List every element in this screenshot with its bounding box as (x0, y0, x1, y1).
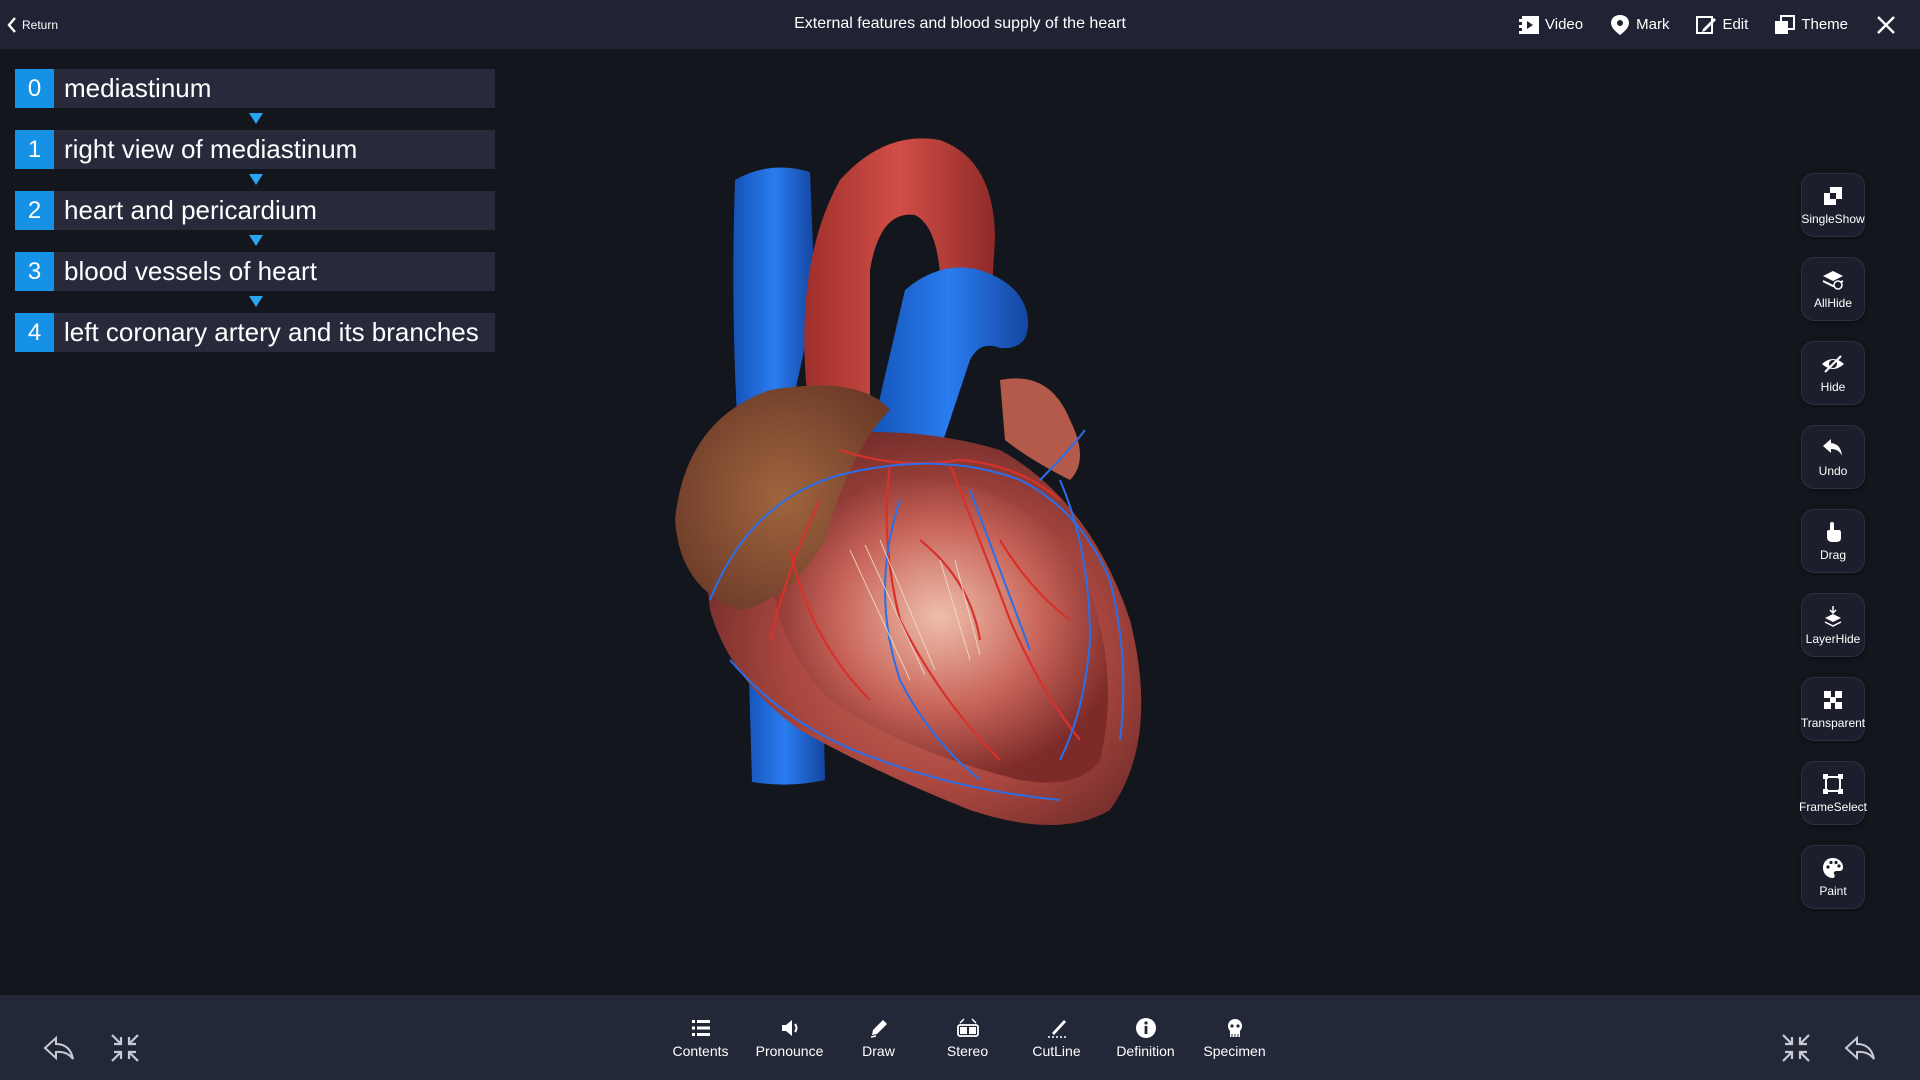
transparent-label: Transparent (1800, 716, 1866, 730)
video-button[interactable]: Video (1518, 14, 1583, 36)
single-show-icon (1824, 187, 1842, 205)
structure-breadcrumb: 0 mediastinum 1 right view of mediastinu… (15, 69, 495, 352)
stereo-glasses-icon (956, 1018, 979, 1037)
specimen-button[interactable]: Specimen (1190, 1017, 1279, 1059)
edit-button[interactable]: Edit (1695, 14, 1748, 36)
chevron-left-icon (7, 17, 16, 33)
paint-label: Paint (1819, 884, 1847, 898)
level-label: mediastinum (64, 73, 212, 103)
draw-label: Draw (862, 1043, 895, 1059)
contents-label: Contents (672, 1043, 729, 1059)
layer-hide-button[interactable]: LayerHide (1802, 594, 1864, 656)
specimen-label: Specimen (1203, 1043, 1266, 1059)
video-label: Video (1545, 16, 1584, 33)
all-hide-icon (1822, 271, 1844, 290)
drag-label: Drag (1819, 548, 1846, 562)
theme-icon (1775, 14, 1796, 34)
right-toolbar: SingleShow AllHide Hide Undo Drag LayerH… (1796, 174, 1870, 930)
level-label: heart and pericardium (64, 195, 317, 225)
breadcrumb-level-1[interactable]: 1 right view of mediastinum (15, 130, 495, 169)
specimen-icon (1227, 1019, 1242, 1037)
undo-label: Undo (1818, 464, 1848, 478)
transparent-button[interactable]: Transparent (1800, 678, 1866, 740)
draw-button[interactable]: Draw (834, 1017, 923, 1059)
edit-icon (1696, 15, 1717, 34)
bottom-toolbar: Contents Pronounce Draw Stereo CutLine D… (0, 995, 1920, 1080)
theme-label: Theme (1801, 16, 1848, 33)
level-number: 1 (15, 130, 54, 169)
location-pin-icon (1611, 14, 1630, 35)
collapse-icon[interactable] (1779, 1031, 1813, 1065)
layer-hide-icon (1824, 606, 1842, 627)
stereo-button[interactable]: Stereo (923, 1017, 1012, 1059)
close-icon[interactable] (1874, 13, 1898, 37)
return-label: Return (22, 18, 59, 32)
cutline-button[interactable]: CutLine (1012, 1017, 1101, 1059)
cutline-label: CutLine (1032, 1043, 1081, 1059)
speaker-icon (781, 1020, 797, 1036)
down-arrow-icon (15, 230, 495, 252)
transparent-icon (1824, 691, 1842, 709)
hide-label: Hide (1820, 380, 1846, 394)
bottom-tools: Contents Pronounce Draw Stereo CutLine D… (656, 1017, 1279, 1059)
cut-line-icon (1047, 1020, 1066, 1038)
contents-button[interactable]: Contents (656, 1017, 745, 1059)
down-arrow-icon (15, 108, 495, 130)
level-number: 3 (15, 252, 54, 291)
pronounce-label: Pronounce (755, 1043, 824, 1059)
level-label: right view of mediastinum (64, 134, 358, 164)
down-arrow-icon (15, 169, 495, 191)
breadcrumb-level-2[interactable]: 2 heart and pericardium (15, 191, 495, 230)
return-button[interactable]: Return (6, 12, 58, 38)
stereo-label: Stereo (946, 1043, 989, 1059)
pen-icon (870, 1020, 887, 1038)
info-icon (1135, 1018, 1156, 1038)
all-hide-label: AllHide (1813, 296, 1852, 310)
single-show-button[interactable]: SingleShow (1801, 174, 1865, 236)
back-arrow-icon[interactable] (1843, 1031, 1877, 1065)
drag-button[interactable]: Drag (1802, 510, 1864, 572)
back-arrow-icon[interactable] (42, 1031, 76, 1065)
collapse-icon[interactable] (108, 1031, 142, 1065)
level-number: 0 (15, 69, 54, 108)
heart-3d-model[interactable] (640, 120, 1200, 860)
definition-label: Definition (1116, 1043, 1175, 1059)
single-show-label: SingleShow (1801, 212, 1865, 226)
hide-button[interactable]: Hide (1802, 342, 1864, 404)
hide-eye-icon (1822, 355, 1844, 373)
breadcrumb-level-4[interactable]: 4 left coronary artery and its branches (15, 313, 495, 352)
list-icon (691, 1020, 710, 1036)
top-actions: Video Mark Edit Theme (1518, 0, 1920, 49)
edit-label: Edit (1722, 16, 1749, 33)
drag-hand-icon (1827, 522, 1841, 542)
undo-icon (1823, 439, 1842, 456)
down-arrow-icon (15, 291, 495, 313)
theme-button[interactable]: Theme (1774, 14, 1848, 36)
undo-button[interactable]: Undo (1802, 426, 1864, 488)
mark-button[interactable]: Mark (1609, 14, 1669, 36)
level-label: blood vessels of heart (64, 256, 317, 286)
mark-label: Mark (1636, 16, 1670, 33)
level-number: 4 (15, 313, 54, 352)
all-hide-button[interactable]: AllHide (1802, 258, 1864, 320)
breadcrumb-level-0[interactable]: 0 mediastinum (15, 69, 495, 108)
video-icon (1519, 15, 1540, 34)
pronounce-button[interactable]: Pronounce (745, 1017, 834, 1059)
breadcrumb-level-3[interactable]: 3 blood vessels of heart (15, 252, 495, 291)
paint-button[interactable]: Paint (1802, 846, 1864, 908)
layer-hide-label: LayerHide (1805, 632, 1861, 646)
level-label: left coronary artery and its branches (64, 317, 479, 347)
frame-select-label: FrameSelect (1798, 800, 1868, 814)
frame-select-button[interactable]: FrameSelect (1798, 762, 1868, 824)
definition-button[interactable]: Definition (1101, 1017, 1190, 1059)
frame-select-icon (1823, 774, 1843, 794)
top-bar: Return External features and blood suppl… (0, 0, 1920, 49)
level-number: 2 (15, 191, 54, 230)
paint-palette-icon (1823, 858, 1843, 878)
